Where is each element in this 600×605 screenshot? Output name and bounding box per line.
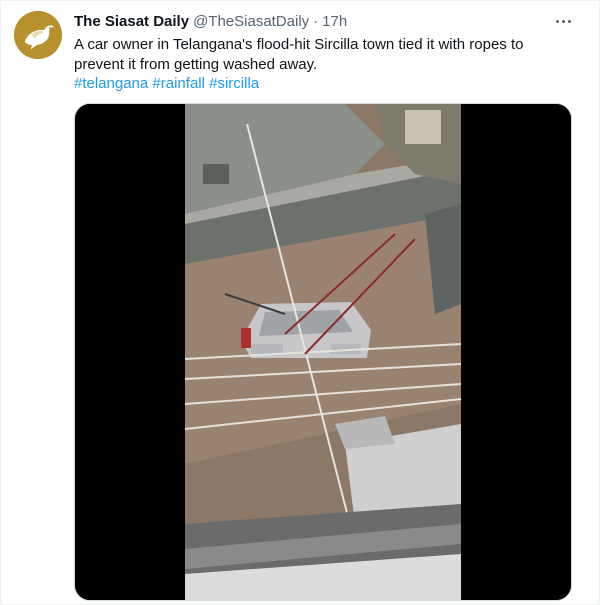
pigeon-icon bbox=[14, 11, 62, 59]
hashtag-telangana[interactable]: #telangana bbox=[74, 75, 148, 92]
avatar[interactable] bbox=[14, 11, 62, 59]
display-name[interactable]: The Siasat Daily bbox=[74, 12, 189, 32]
timestamp[interactable]: 17h bbox=[322, 12, 347, 32]
tweet-text: A car owner in Telangana's flood-hit Sir… bbox=[74, 36, 524, 73]
separator-dot: · bbox=[313, 13, 319, 30]
more-options-icon[interactable] bbox=[549, 9, 577, 33]
hashtag-list: #telangana #rainfall #sircilla bbox=[74, 74, 259, 94]
video-frame bbox=[75, 104, 571, 600]
hashtag-rainfall[interactable]: #rainfall bbox=[152, 75, 205, 92]
tweet-header: The Siasat Daily @TheSiasatDaily · 17h bbox=[74, 12, 347, 32]
user-handle[interactable]: @TheSiasatDaily bbox=[193, 12, 309, 32]
video-player[interactable] bbox=[74, 103, 572, 601]
tweet[interactable]: The Siasat Daily @TheSiasatDaily · 17h A… bbox=[0, 0, 600, 605]
hashtag-sircilla[interactable]: #sircilla bbox=[209, 75, 259, 92]
